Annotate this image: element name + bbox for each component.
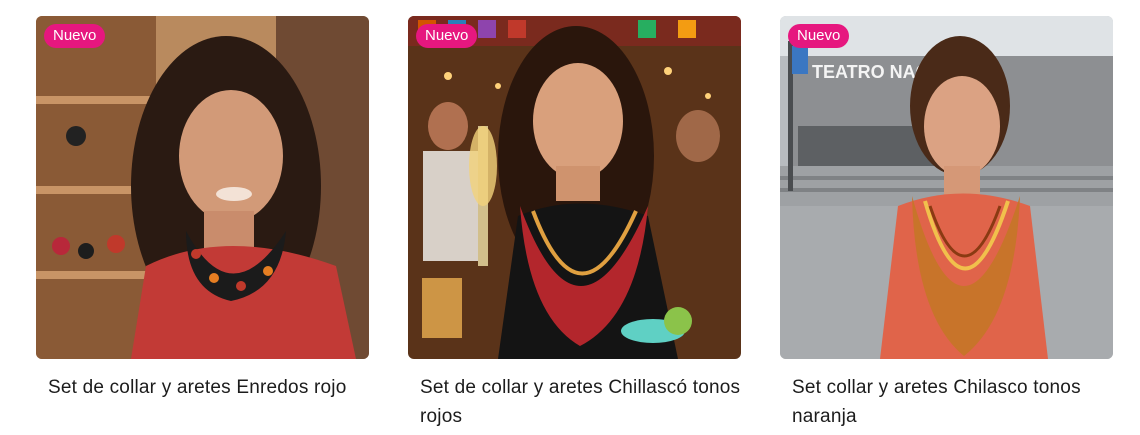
product-card[interactable]: Nuevo Set de collar y aretes Enredos roj… — [36, 16, 369, 402]
product-card[interactable]: Nuevo Set de collar y aretes Chillascó t… — [408, 16, 741, 431]
product-grid: Nuevo Set de collar y aretes Enredos roj… — [0, 0, 1140, 435]
product-image[interactable]: Nuevo — [408, 16, 741, 359]
product-title[interactable]: Set collar y aretes Chilasco tonos naran… — [792, 373, 1113, 431]
product-card[interactable]: TEATRO NACIONAL Nuevo Set collar y arete… — [780, 16, 1113, 431]
product-title[interactable]: Set de collar y aretes Chillascó tonos r… — [420, 373, 741, 431]
new-badge: Nuevo — [416, 24, 478, 48]
new-badge: Nuevo — [788, 24, 850, 48]
product-image[interactable]: TEATRO NACIONAL Nuevo — [780, 16, 1113, 359]
product-image[interactable]: Nuevo — [36, 16, 369, 359]
product-title[interactable]: Set de collar y aretes Enredos rojo — [48, 373, 369, 402]
new-badge: Nuevo — [44, 24, 106, 48]
